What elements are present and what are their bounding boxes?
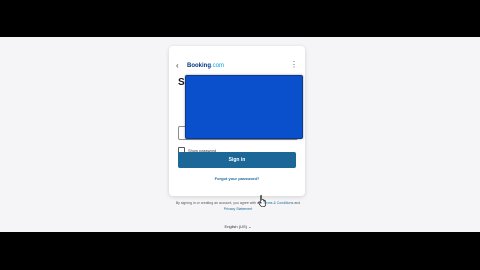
terms-link[interactable]: Terms & Conditions: [263, 201, 293, 205]
privacy-link[interactable]: Privacy Statement: [224, 207, 252, 211]
language-selector[interactable]: English (US) ⌄: [212, 224, 264, 229]
back-icon[interactable]: ‹: [176, 62, 179, 70]
more-options-icon[interactable]: ⋮: [290, 61, 298, 69]
logo-suffix: .com: [211, 63, 225, 69]
language-label: English (US): [224, 224, 247, 229]
sign-in-card: ‹ Booking.com ⋮ Sign in Show password Si…: [169, 46, 305, 196]
chevron-down-icon: ⌄: [248, 224, 252, 229]
sign-in-button[interactable]: Sign in: [178, 152, 296, 168]
browser-viewport: ‹ Booking.com ⋮ Sign in Show password Si…: [0, 37, 480, 232]
forgot-password-link[interactable]: Forgot your password?: [169, 176, 305, 181]
terms-text: By signing in or creating an account, yo…: [175, 200, 301, 212]
terms-prefix: By signing in or creating an account, yo…: [175, 201, 263, 205]
redaction-block: [185, 75, 303, 139]
booking-logo: Booking.com: [187, 62, 224, 70]
terms-and: and: [294, 201, 301, 205]
logo-text: Booking: [187, 63, 211, 69]
